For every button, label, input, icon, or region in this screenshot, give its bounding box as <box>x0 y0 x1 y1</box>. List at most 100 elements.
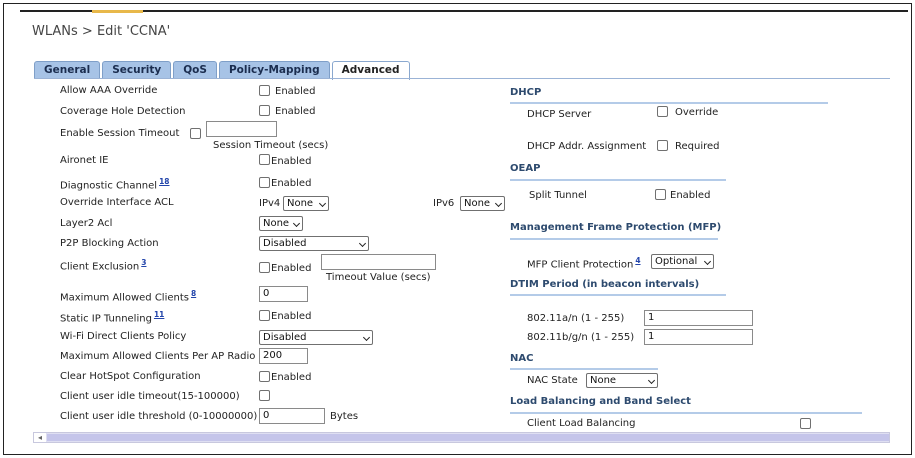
chevron-down-icon <box>358 239 367 248</box>
max-clients-input[interactable]: 0 <box>259 286 308 302</box>
max-clients-footnote-link[interactable]: 8 <box>191 289 196 298</box>
session-timeout-input[interactable] <box>206 121 277 137</box>
mfp-section-title: Management Frame Protection (MFP) <box>510 222 722 233</box>
mfp-client-protection-label: MFP Client Protection 4 <box>527 256 641 271</box>
p2p-blocking-value: Disabled <box>263 238 307 249</box>
tab-policy-mapping[interactable]: Policy-Mapping <box>218 61 330 79</box>
nac-section-title: NAC <box>510 353 534 364</box>
allow-aaa-override-checkbox[interactable] <box>259 85 270 96</box>
ipv6-label: IPv6 <box>433 198 455 209</box>
layer2-acl-select[interactable]: None <box>259 216 303 231</box>
exclusion-timeout-input[interactable] <box>321 254 436 270</box>
p2p-blocking-select[interactable]: Disabled <box>259 236 369 251</box>
scrollbar-thumb[interactable] <box>47 434 889 441</box>
split-tunnel-checkbox[interactable] <box>655 189 666 200</box>
session-timeout-caption: Session Timeout (secs) <box>213 140 329 151</box>
coverage-hole-enabled-label: Enabled <box>275 106 316 117</box>
header-accent <box>92 10 143 13</box>
dtim-bgn-input[interactable]: 1 <box>644 329 753 345</box>
mfp-client-protection-value: Optional <box>655 256 698 267</box>
dhcp-override-label: Override <box>675 107 719 118</box>
idle-timeout-checkbox[interactable] <box>259 390 270 401</box>
max-per-ap-radio-label: Maximum Allowed Clients Per AP Radio <box>60 351 256 362</box>
dhcp-section-title: DHCP <box>510 87 542 98</box>
layer2-acl-label: Layer2 Acl <box>60 218 113 229</box>
nac-section-rule <box>510 368 658 370</box>
p2p-blocking-label: P2P Blocking Action <box>60 238 159 249</box>
client-load-balancing-label: Client Load Balancing <box>527 418 636 429</box>
dhcp-override-checkbox[interactable] <box>657 106 668 117</box>
client-load-balancing-checkbox[interactable] <box>800 418 811 429</box>
nac-state-value: None <box>590 375 617 386</box>
dhcp-required-label: Required <box>675 141 720 152</box>
horizontal-scrollbar[interactable]: ◂ <box>33 432 890 443</box>
clear-hotspot-label: Clear HotSpot Configuration <box>60 371 201 382</box>
dhcp-required-checkbox[interactable] <box>657 140 668 151</box>
nac-state-select[interactable]: None <box>586 373 658 388</box>
static-ip-footnote-link[interactable]: 11 <box>154 310 164 319</box>
tab-qos[interactable]: QoS <box>173 61 217 79</box>
override-acl-label: Override Interface ACL <box>60 197 174 208</box>
tab-underline <box>34 78 890 79</box>
wifi-direct-value: Disabled <box>263 332 307 343</box>
wifi-direct-select[interactable]: Disabled <box>259 330 373 345</box>
scroll-left-icon[interactable]: ◂ <box>34 433 46 442</box>
dhcp-section-rule <box>510 102 828 104</box>
tab-bar: General Security QoS Policy-Mapping Adva… <box>34 61 412 80</box>
load-balancing-section-rule <box>510 412 862 414</box>
tab-general[interactable]: General <box>34 61 101 79</box>
dhcp-server-label: DHCP Server <box>527 109 592 120</box>
static-ip-tunneling-label: Static IP Tunneling 11 <box>60 310 165 325</box>
idle-threshold-label: Client user idle threshold (0-10000000) <box>60 411 258 422</box>
diagnostic-channel-label: Diagnostic Channel 18 <box>60 177 170 192</box>
dtim-an-label: 802.11a/n (1 - 255) <box>527 313 625 324</box>
chevron-down-icon <box>318 199 327 208</box>
page-title: WLANs > Edit 'CCNA' <box>32 24 171 39</box>
mfp-section-rule <box>510 238 718 240</box>
oeap-section-rule <box>510 179 726 181</box>
max-per-ap-radio-input[interactable]: 200 <box>259 348 308 364</box>
split-tunnel-enabled-label: Enabled <box>670 190 711 201</box>
idle-threshold-input[interactable]: 0 <box>259 408 325 424</box>
layer2-acl-value: None <box>263 218 290 229</box>
ipv4-acl-value: None <box>287 198 314 209</box>
load-balancing-section-title: Load Balancing and Band Select <box>510 396 691 407</box>
static-ip-tunneling-checkbox[interactable] <box>259 310 270 321</box>
session-timeout-label: Enable Session Timeout <box>60 128 180 139</box>
dtim-bgn-label: 802.11b/g/n (1 - 255) <box>527 332 635 343</box>
wifi-direct-label: Wi-Fi Direct Clients Policy <box>60 331 187 342</box>
idle-timeout-label: Client user idle timeout(15-100000) <box>60 391 240 402</box>
ipv4-acl-select[interactable]: None <box>283 196 329 211</box>
mfp-footnote-link[interactable]: 4 <box>635 256 640 265</box>
ipv6-acl-select[interactable]: None <box>460 196 505 211</box>
ipv6-acl-value: None <box>464 198 491 209</box>
coverage-hole-label: Coverage Hole Detection <box>60 106 186 117</box>
client-exclusion-checkbox[interactable] <box>259 262 270 273</box>
dtim-section-title: DTIM Period (in beacon intervals) <box>510 279 700 290</box>
session-timeout-checkbox[interactable] <box>190 128 201 139</box>
diagnostic-channel-footnote-link[interactable]: 18 <box>159 177 169 186</box>
max-clients-label: Maximum Allowed Clients 8 <box>60 289 197 304</box>
dtim-an-input[interactable]: 1 <box>644 310 753 326</box>
exclusion-timeout-caption: Timeout Value (secs) <box>326 272 431 283</box>
diagnostic-channel-checkbox[interactable] <box>259 177 270 188</box>
nac-state-label: NAC State <box>527 375 578 386</box>
oeap-section-title: OEAP <box>510 163 541 174</box>
diagnostic-channel-enabled-label: Enabled <box>271 178 312 189</box>
client-exclusion-enabled-label: Enabled <box>271 263 312 274</box>
client-exclusion-label: Client Exclusion 3 <box>60 258 147 273</box>
allow-aaa-override-label: Allow AAA Override <box>60 85 158 96</box>
clear-hotspot-checkbox[interactable] <box>259 371 270 382</box>
chevron-down-icon <box>292 219 301 228</box>
ipv4-label: IPv4 <box>259 198 281 209</box>
aironet-ie-label: Aironet IE <box>60 155 109 166</box>
aironet-ie-enabled-label: Enabled <box>271 156 312 167</box>
mfp-client-protection-select[interactable]: Optional <box>651 254 714 269</box>
aironet-ie-checkbox[interactable] <box>259 154 270 165</box>
tab-security[interactable]: Security <box>102 61 172 79</box>
client-exclusion-footnote-link[interactable]: 3 <box>141 258 146 267</box>
clear-hotspot-enabled-label: Enabled <box>271 372 312 383</box>
header-rule <box>20 10 908 12</box>
coverage-hole-checkbox[interactable] <box>259 105 270 116</box>
chevron-down-icon <box>494 199 503 208</box>
